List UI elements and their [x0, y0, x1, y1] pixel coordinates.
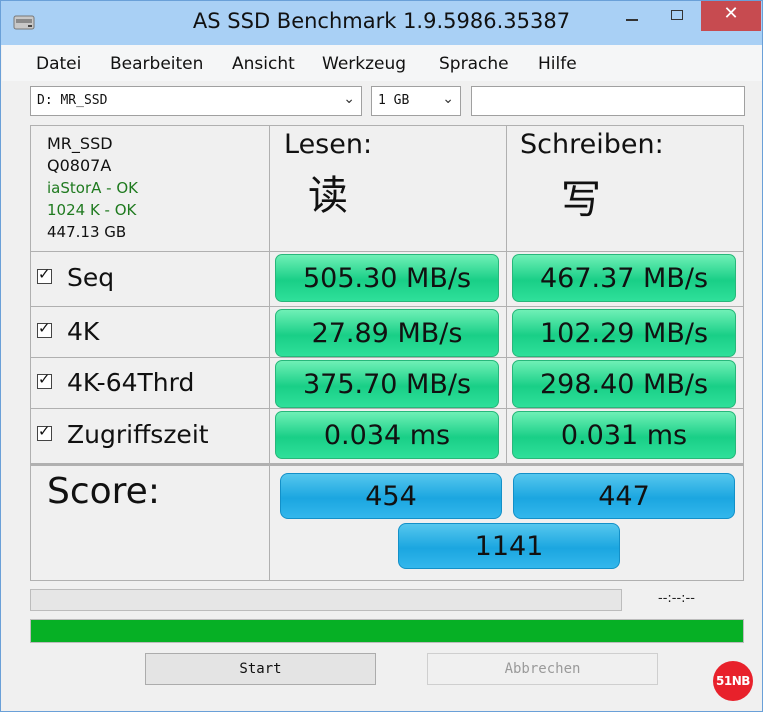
test-row-4k-64thrd: 4K-64Thrd	[37, 368, 194, 397]
seq-write-result: 467.37 MB/s	[512, 254, 736, 302]
test-label: 4K-64Thrd	[67, 368, 195, 397]
elapsed-time: --:--:--	[658, 591, 695, 606]
minimize-icon	[626, 19, 638, 21]
driver-status: iaStorA - OK	[47, 179, 138, 197]
drive-info: MR_SSD Q0807A iaStorA - OK 1024 K - OK 4…	[47, 133, 138, 243]
grid-divider	[30, 251, 744, 252]
seq-read-result: 505.30 MB/s	[275, 254, 499, 302]
test-label: Zugriffszeit	[67, 420, 209, 449]
maximize-button[interactable]	[655, 1, 701, 31]
overall-progress-bar	[30, 619, 744, 643]
4k-write-result: 102.29 MB/s	[512, 309, 736, 357]
menu-ansicht[interactable]: Ansicht	[232, 54, 295, 74]
zugriffszeit-write-result: 0.031 ms	[512, 411, 736, 459]
size-select[interactable]: 1 GB ⌄	[371, 86, 461, 116]
read-score: 454	[280, 473, 502, 519]
seq-checkbox[interactable]	[37, 265, 52, 284]
chevron-down-icon: ⌄	[442, 91, 454, 107]
menu-sprache[interactable]: Sprache	[439, 54, 509, 74]
menu-datei[interactable]: Datei	[36, 54, 81, 74]
zugriffszeit-checkbox[interactable]	[37, 422, 52, 441]
abort-button[interactable]: Abbrechen	[427, 653, 658, 685]
close-icon: ✕	[723, 3, 739, 24]
minimize-button[interactable]	[609, 1, 655, 31]
menu-hilfe[interactable]: Hilfe	[538, 54, 577, 74]
drive-firmware: Q0807A	[47, 156, 112, 175]
grid-divider	[269, 125, 270, 465]
read-column-header: Lesen:	[284, 129, 373, 160]
watermark-logo: 51NB	[713, 661, 753, 701]
menu-bearbeiten[interactable]: Bearbeiten	[110, 54, 203, 74]
title-bar[interactable]: AS SSD Benchmark 1.9.5986.35387 ✕	[1, 1, 762, 45]
overall-progress-fill	[31, 620, 743, 642]
test-progress-bar	[30, 589, 622, 611]
drive-capacity: 447.13 GB	[47, 223, 127, 241]
zugriffszeit-read-result: 0.034 ms	[275, 411, 499, 459]
4k-read-result: 27.89 MB/s	[275, 309, 499, 357]
score-label: Score:	[47, 471, 160, 512]
drive-select[interactable]: D: MR_SSD ⌄	[30, 86, 362, 116]
write-score: 447	[513, 473, 735, 519]
grid-divider	[506, 125, 507, 465]
close-button[interactable]: ✕	[701, 1, 761, 31]
drive-select-value: D: MR_SSD	[37, 93, 108, 108]
drive-name: MR_SSD	[47, 134, 113, 153]
maximize-icon	[671, 10, 683, 20]
4k-checkbox[interactable]	[37, 319, 52, 338]
read-column-cn: 读	[308, 173, 348, 219]
menu-werkzeug[interactable]: Werkzeug	[322, 54, 406, 74]
menu-bar: Datei Bearbeiten Ansicht Werkzeug Sprach…	[2, 45, 762, 81]
start-button[interactable]: Start	[145, 653, 376, 685]
write-column-cn: 写	[561, 177, 601, 223]
4k-64thrd-checkbox[interactable]	[37, 370, 52, 389]
grid-divider	[30, 306, 744, 307]
test-row-seq: Seq	[37, 263, 114, 292]
test-row-zugriffszeit: Zugriffszeit	[37, 420, 209, 449]
4k-64thrd-write-result: 298.40 MB/s	[512, 360, 736, 408]
total-score: 1141	[398, 523, 620, 569]
info-textbox[interactable]	[471, 86, 745, 116]
app-window: AS SSD Benchmark 1.9.5986.35387 ✕ Datei …	[0, 0, 763, 712]
size-select-value: 1 GB	[378, 93, 410, 108]
grid-divider	[30, 463, 744, 464]
chevron-down-icon: ⌄	[343, 91, 355, 107]
write-column-header: Schreiben:	[520, 129, 664, 160]
grid-divider	[269, 465, 270, 581]
alignment-status: 1024 K - OK	[47, 201, 137, 219]
test-label: Seq	[67, 263, 115, 292]
test-label: 4K	[67, 317, 100, 346]
4k-64thrd-read-result: 375.70 MB/s	[275, 360, 499, 408]
test-row-4k: 4K	[37, 317, 99, 346]
